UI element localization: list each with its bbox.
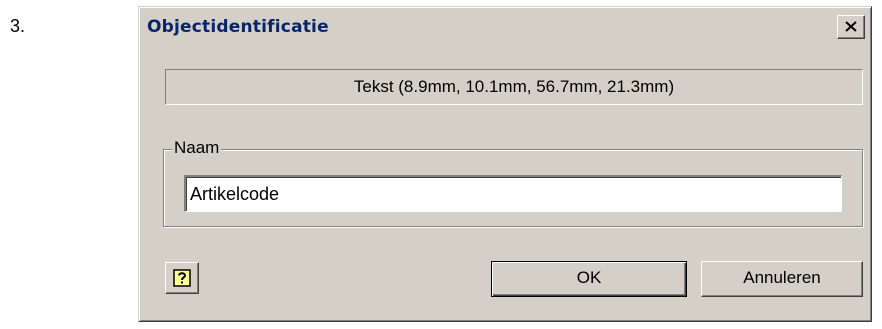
help-button[interactable]	[165, 262, 199, 294]
object-identification-dialog: Objectidentificatie Tekst (8.9mm, 10.1mm…	[138, 6, 872, 322]
object-info-field: Tekst (8.9mm, 10.1mm, 56.7mm, 21.3mm)	[165, 69, 863, 105]
name-groupbox: Naam	[163, 138, 863, 227]
help-icon	[173, 269, 191, 287]
dialog-titlebar[interactable]: Objectidentificatie	[143, 11, 867, 45]
close-icon	[845, 21, 857, 32]
dialog-title: Objectidentificatie	[147, 17, 329, 37]
step-number: 3.	[10, 16, 26, 36]
ok-button[interactable]: OK	[491, 261, 687, 297]
cancel-button[interactable]: Annuleren	[701, 261, 863, 297]
close-button[interactable]	[837, 15, 865, 39]
name-group-label: Naam	[172, 138, 222, 158]
name-input[interactable]	[184, 175, 842, 212]
